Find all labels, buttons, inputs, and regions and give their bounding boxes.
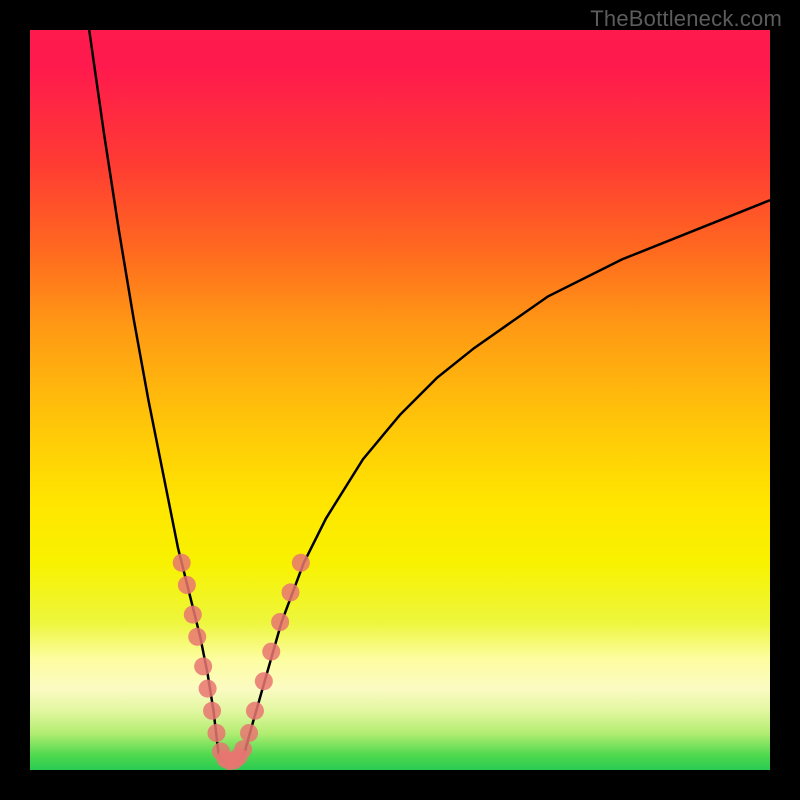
curve-markers xyxy=(173,554,310,770)
data-point xyxy=(262,643,280,661)
data-point xyxy=(199,680,217,698)
data-point xyxy=(203,702,221,720)
data-point xyxy=(173,554,191,572)
data-point xyxy=(207,724,225,742)
watermark-text: TheBottleneck.com xyxy=(590,6,782,32)
bottleneck-curve xyxy=(89,30,770,763)
chart-svg xyxy=(30,30,770,770)
data-point xyxy=(281,583,299,601)
data-point xyxy=(178,576,196,594)
data-point xyxy=(184,606,202,624)
plot-area xyxy=(30,30,770,770)
data-point xyxy=(240,724,258,742)
data-point xyxy=(246,702,264,720)
data-point xyxy=(255,672,273,690)
data-point xyxy=(188,628,206,646)
data-point xyxy=(194,657,212,675)
data-point xyxy=(292,554,310,572)
chart-container: TheBottleneck.com xyxy=(0,0,800,800)
data-point xyxy=(234,740,252,758)
data-point xyxy=(271,613,289,631)
curve-lines xyxy=(89,30,770,763)
